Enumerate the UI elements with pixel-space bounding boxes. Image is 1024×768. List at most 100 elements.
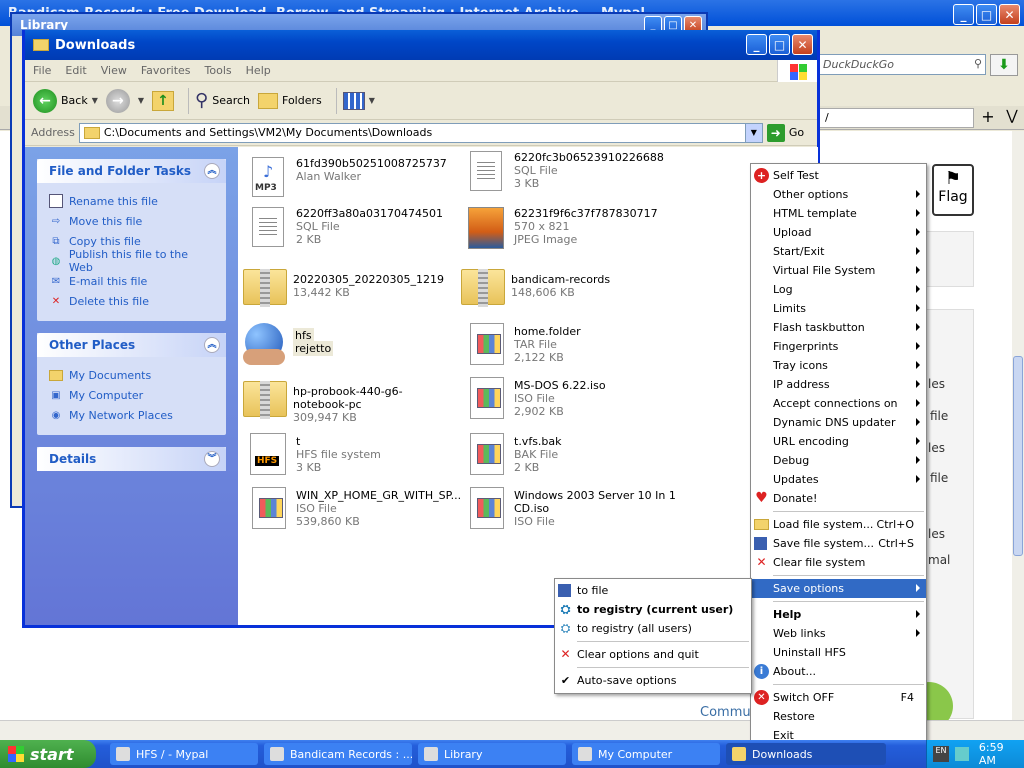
address-input[interactable]: C:\Documents and Settings\VM2\My Documen… (78, 122, 763, 143)
file-item[interactable]: ♪ MP3 61fd390b50251008725737 Alan Walker (246, 155, 461, 205)
task-downloads[interactable]: Downloads (726, 743, 886, 765)
menu-help[interactable]: Help (246, 64, 271, 77)
chevron-down-icon[interactable]: ▼ (92, 96, 98, 105)
tab-list-icon[interactable]: ⋁ (1002, 108, 1022, 128)
menu-web-links[interactable]: Web links (751, 624, 926, 643)
menu-save-to-file[interactable]: to file (555, 581, 751, 600)
menu-view[interactable]: View (101, 64, 127, 77)
back-button[interactable]: ← Back ▼ (33, 88, 98, 113)
menu-html-template[interactable]: HTML template (751, 204, 926, 223)
menu-save-options[interactable]: Save options (751, 579, 926, 598)
task-bandicam[interactable]: Bandicam Records : ... (264, 743, 412, 765)
menu-about[interactable]: i About... (751, 662, 926, 681)
menu-auto-save[interactable]: ✔ Auto-save options (555, 671, 751, 690)
flag-button[interactable]: ⚑ Flag (932, 164, 974, 216)
folders-button[interactable]: Folders (258, 92, 322, 109)
chevron-down-icon[interactable]: ▼ (369, 96, 375, 105)
menu-save-registry-current[interactable]: ⛭ to registry (current user) (555, 600, 751, 619)
menu-file[interactable]: File (33, 64, 51, 77)
panel-header[interactable]: Details ︾ (37, 447, 226, 471)
views-button[interactable]: ▼ (342, 91, 375, 110)
go-button[interactable]: ➜ Go (766, 123, 804, 142)
maximize-icon[interactable]: □ (769, 34, 790, 55)
my-computer-link[interactable]: ▣ My Computer (49, 385, 214, 405)
file-item[interactable]: hp-probook-440-g6-notebook-pc 309,947 KB (243, 375, 458, 425)
search-input[interactable]: DuckDuckGo ⚲ (818, 54, 986, 75)
my-network-places-link[interactable]: ◉ My Network Places (49, 405, 214, 425)
menu-tray-icons[interactable]: Tray icons (751, 356, 926, 375)
menu-fingerprints[interactable]: Fingerprints (751, 337, 926, 356)
minimize-icon[interactable]: _ (746, 34, 767, 55)
menu-log[interactable]: Log (751, 280, 926, 299)
file-item[interactable]: 62231f9f6c37f787830717 570 x 821 JPEG Imag… (464, 205, 679, 255)
email-link[interactable]: ✉ E-mail this file (49, 271, 214, 291)
file-item[interactable]: WIN_XP_HOME_GR_WITH_SP... ISO File 539,860… (246, 485, 461, 535)
task-hfs-mypal[interactable]: HFS / - Mypal (110, 743, 258, 765)
panel-header[interactable]: File and Folder Tasks ︽ (37, 159, 226, 183)
menu-start-exit[interactable]: Start/Exit (751, 242, 926, 261)
forward-button[interactable]: → ▼ (105, 88, 144, 113)
file-item[interactable]: Windows 2003 Server 10 In 1 CD.iso ISO Fil… (464, 485, 679, 535)
close-icon[interactable]: ✕ (999, 4, 1020, 25)
menu-edit[interactable]: Edit (65, 64, 86, 77)
new-tab-icon[interactable]: + (978, 108, 998, 128)
close-icon[interactable]: ✕ (792, 34, 813, 55)
community-link[interactable]: Commu (700, 705, 751, 720)
menu-accept-connections[interactable]: Accept connections on (751, 394, 926, 413)
menu-clear-options-quit[interactable]: ✕ Clear options and quit (555, 645, 751, 664)
delete-link[interactable]: ✕ Delete this file (49, 291, 214, 311)
menu-help[interactable]: Help (751, 605, 926, 624)
maximize-icon[interactable]: □ (976, 4, 997, 25)
menu-donate[interactable]: ♥ Donate! (751, 489, 926, 508)
chevron-up-icon[interactable]: ︽ (204, 337, 220, 353)
menu-tools[interactable]: Tools (205, 64, 232, 77)
menu-clear-file-system[interactable]: ✕ Clear file system (751, 553, 926, 572)
vertical-scrollbar[interactable] (1012, 131, 1024, 720)
menu-updates[interactable]: Updates (751, 470, 926, 489)
task-library[interactable]: Library (418, 743, 566, 765)
chevron-up-icon[interactable]: ︽ (204, 163, 220, 179)
start-button[interactable]: start (0, 740, 96, 768)
menu-uninstall-hfs[interactable]: Uninstall HFS (751, 643, 926, 662)
file-item[interactable]: hfs rejetto (243, 321, 458, 371)
menu-restore[interactable]: Restore (751, 707, 926, 726)
menu-load-file-system[interactable]: Load file system... Ctrl+O (751, 515, 926, 534)
menu-favorites[interactable]: Favorites (141, 64, 191, 77)
file-item[interactable]: HFS t HFS file system 3 KB (246, 431, 461, 481)
menu-ip-address[interactable]: IP address (751, 375, 926, 394)
tray-app-icon[interactable] (954, 747, 969, 761)
file-item[interactable]: bandicam-records 148,606 KB (461, 263, 676, 313)
menu-flash-taskbutton[interactable]: Flash taskbutton (751, 318, 926, 337)
minimize-icon[interactable]: _ (953, 4, 974, 25)
menu-save-file-system[interactable]: Save file system... Ctrl+S (751, 534, 926, 553)
menu-virtual-file-system[interactable]: Virtual File System (751, 261, 926, 280)
menu-other-options[interactable]: Other options (751, 185, 926, 204)
clock[interactable]: 6:59 AM (979, 741, 1024, 767)
file-item[interactable]: 6220ff3a80a03170474501 SQL File 2 KB (246, 205, 461, 255)
menu-save-registry-all[interactable]: ⛭ to registry (all users) (555, 619, 751, 638)
up-folder-button[interactable]: ↑ (152, 90, 175, 111)
rename-link[interactable]: Rename this file (49, 191, 214, 211)
my-documents-link[interactable]: My Documents (49, 365, 214, 385)
menu-self-test[interactable]: + Self Test (751, 166, 926, 185)
file-item[interactable]: 20220305_20220305_1219 13,442 KB (243, 263, 458, 313)
menu-limits[interactable]: Limits (751, 299, 926, 318)
search-button[interactable]: ⚲ Search (195, 90, 250, 111)
menu-debug[interactable]: Debug (751, 451, 926, 470)
menu-switch-off[interactable]: ✕ Switch OFF F4 (751, 688, 926, 707)
menu-upload[interactable]: Upload (751, 223, 926, 242)
file-item[interactable]: home.folder TAR File 2,122 KB (464, 321, 679, 371)
browser-tab[interactable]: / (818, 108, 974, 128)
chevron-down-icon[interactable]: ▼ (744, 123, 762, 142)
language-icon[interactable]: EN (933, 746, 949, 762)
panel-header[interactable]: Other Places ︽ (37, 333, 226, 357)
chevron-down-icon[interactable]: ︾ (204, 451, 220, 467)
search-icon[interactable]: ⚲ (974, 57, 982, 70)
download-arrow-icon[interactable]: ⬇ (990, 54, 1018, 76)
chevron-down-icon[interactable]: ▼ (138, 96, 144, 105)
task-my-computer[interactable]: My Computer (572, 743, 720, 765)
menu-dynamic-dns[interactable]: Dynamic DNS updater (751, 413, 926, 432)
file-item[interactable]: 6220fc3b06523910226688 SQL File 3 KB (464, 149, 679, 199)
move-link[interactable]: ⇨ Move this file (49, 211, 214, 231)
scroll-thumb[interactable] (1013, 356, 1023, 556)
